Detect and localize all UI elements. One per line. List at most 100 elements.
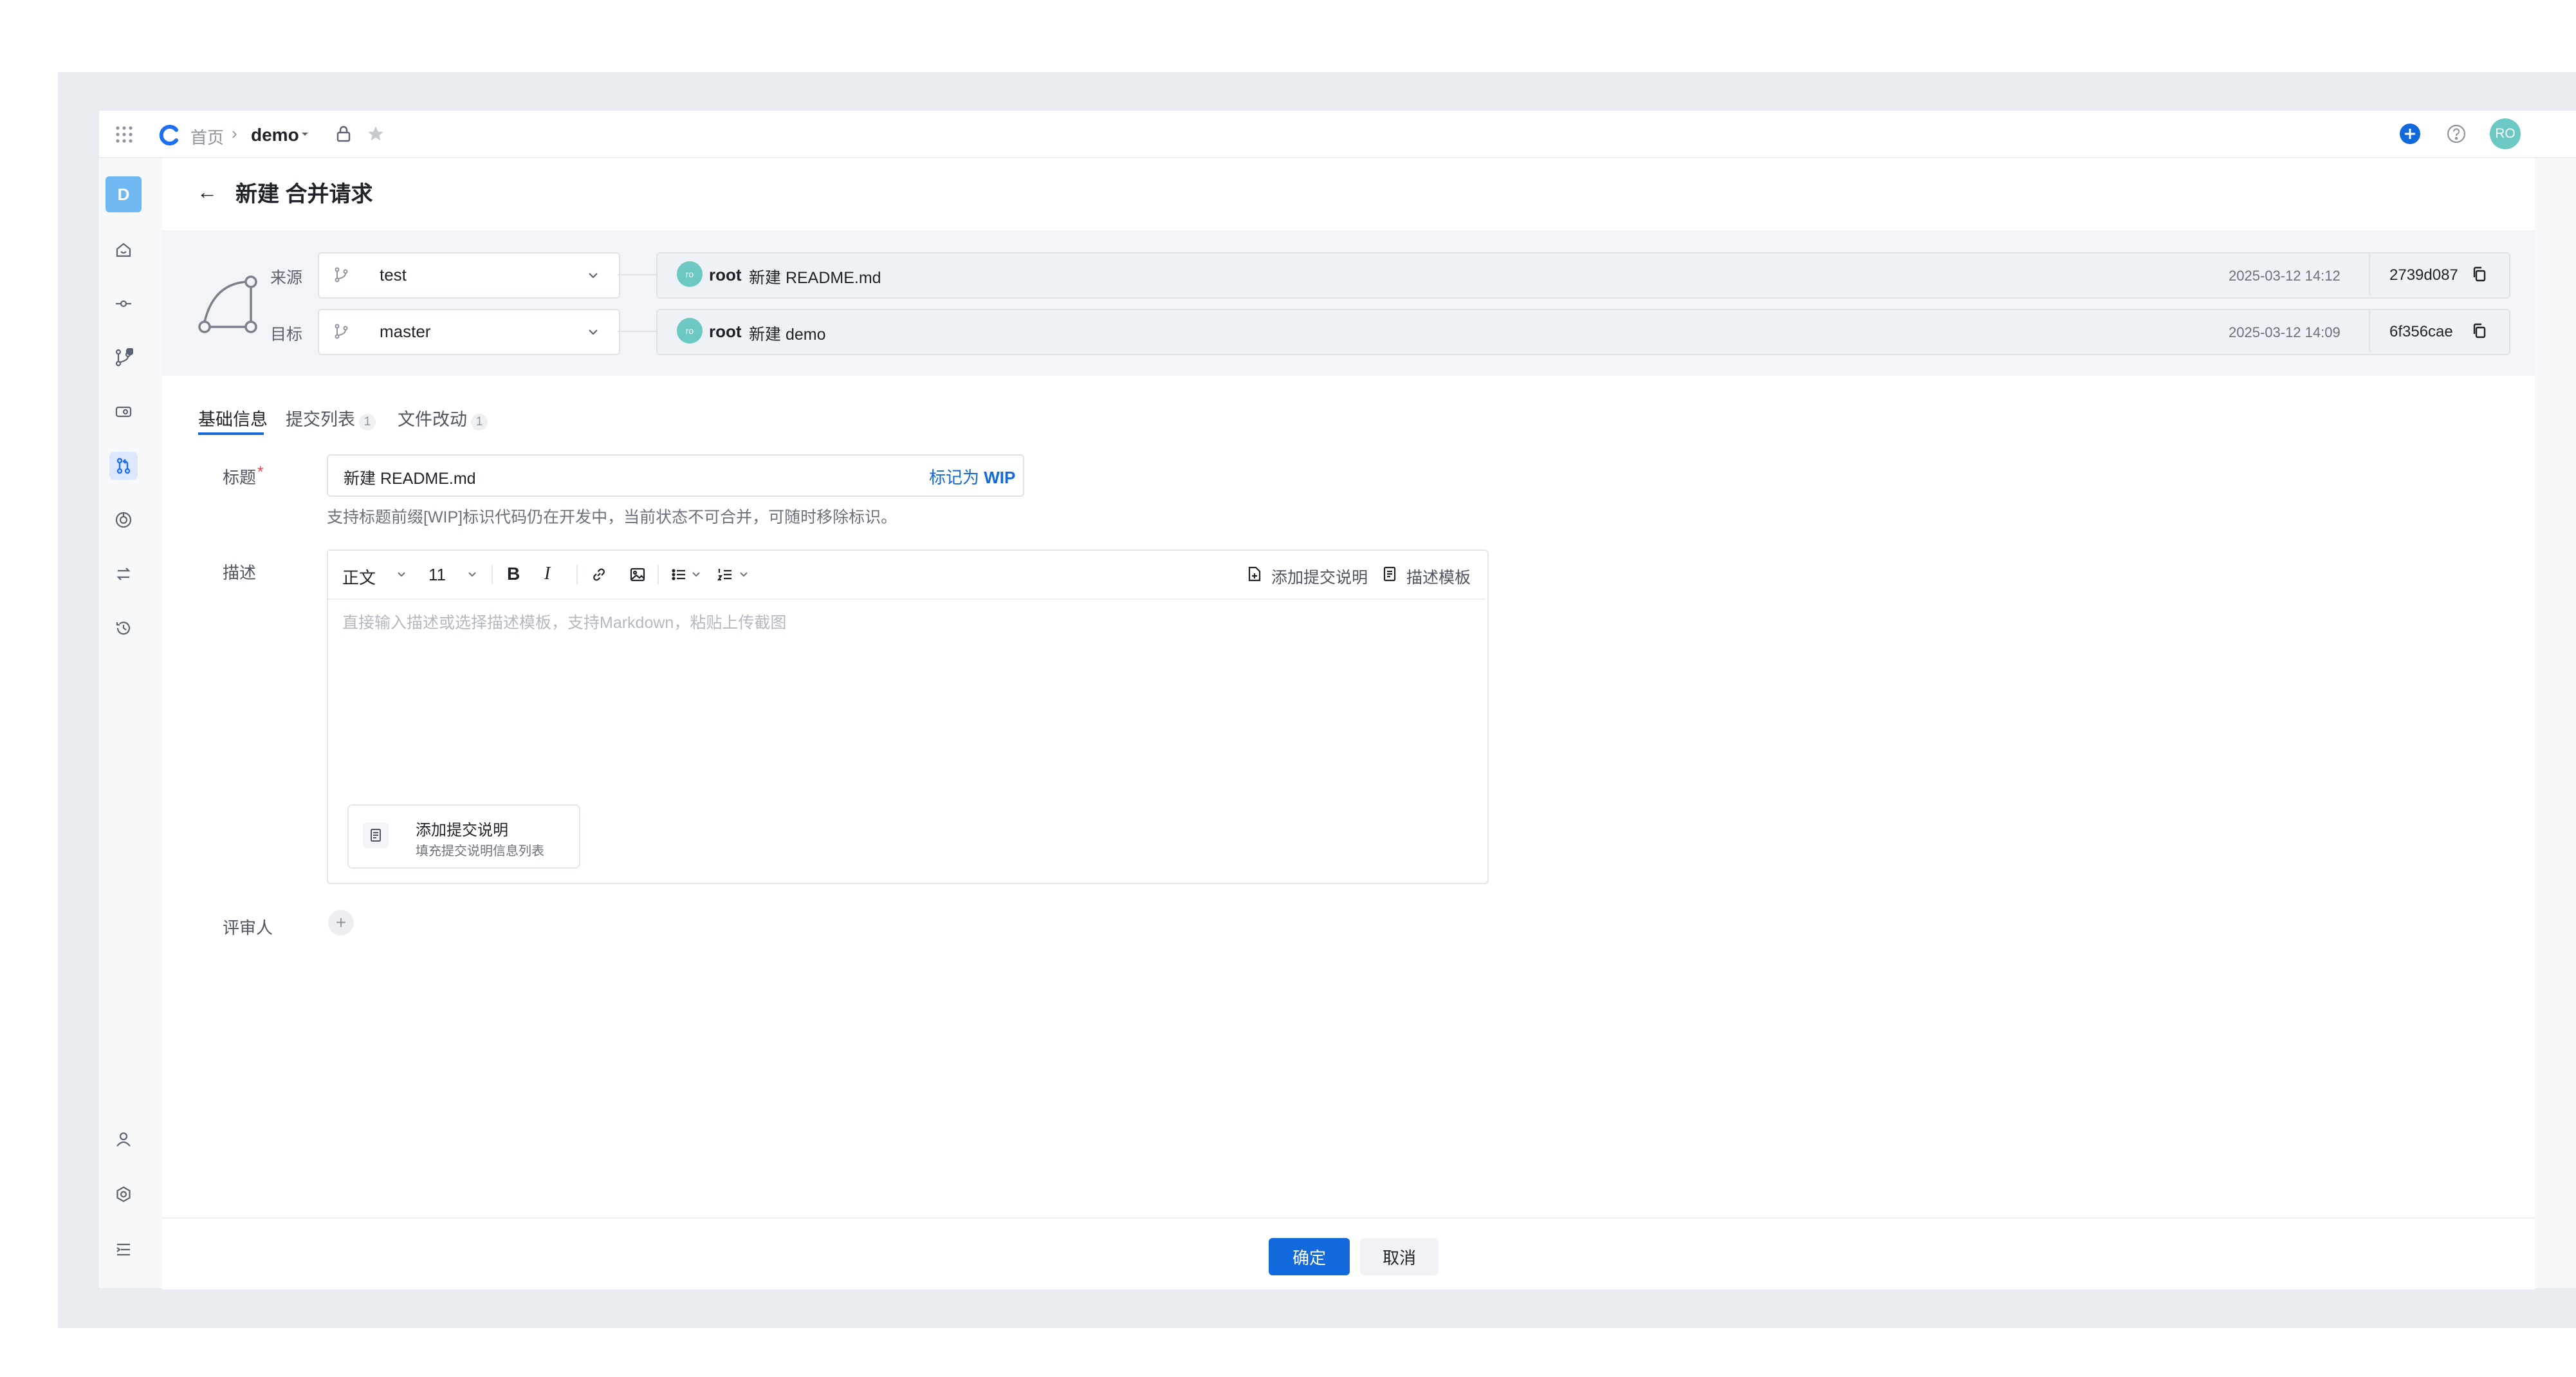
commit-time: 2025-03-12 14:09 bbox=[2229, 324, 2341, 340]
source-commit[interactable]: ro root 新建 README.md 2025-03-12 14:12 27… bbox=[656, 252, 2510, 299]
bold-button[interactable]: B bbox=[507, 564, 520, 584]
project-badge[interactable]: D bbox=[106, 176, 142, 212]
tag-icon[interactable] bbox=[109, 398, 138, 426]
chevron-down-icon bbox=[584, 323, 602, 341]
pipeline-icon[interactable] bbox=[109, 506, 138, 534]
branch-icon bbox=[332, 265, 351, 284]
connector-line bbox=[618, 331, 656, 332]
tab-files-count: 1 bbox=[471, 414, 488, 430]
caret-down-icon[interactable] bbox=[299, 127, 311, 140]
app-grid-icon[interactable] bbox=[115, 125, 134, 144]
source-branch-value: test bbox=[380, 265, 407, 284]
add-reviewer-button[interactable]: + bbox=[328, 910, 354, 936]
image-icon[interactable] bbox=[627, 564, 649, 586]
member-icon[interactable] bbox=[109, 1125, 138, 1153]
title-label: 标题 bbox=[223, 468, 257, 487]
breadcrumb-separator: › bbox=[232, 124, 237, 143]
tab-commits-label: 提交列表 bbox=[286, 410, 355, 429]
cancel-button[interactable]: 取消 bbox=[1360, 1238, 1439, 1275]
paragraph-style-select[interactable]: 正文 bbox=[342, 565, 376, 589]
help-icon[interactable] bbox=[2445, 122, 2468, 145]
top-bar: 首页 › demo RO bbox=[99, 111, 2576, 158]
left-nav: D bbox=[99, 158, 161, 1288]
user-avatar[interactable]: RO bbox=[2490, 118, 2521, 149]
card-subtitle: 填充提交说明信息列表 bbox=[416, 844, 544, 858]
title-input-value: 新建 README.md bbox=[344, 470, 476, 488]
add-commit-desc-card[interactable]: 添加提交说明 填充提交说明信息列表 bbox=[347, 804, 580, 869]
chevron-down-icon[interactable] bbox=[394, 566, 409, 582]
commit-sha[interactable]: 2739d087 bbox=[2389, 266, 2458, 284]
create-plus-icon[interactable] bbox=[2398, 122, 2422, 145]
chevron-down-icon[interactable] bbox=[737, 568, 750, 580]
target-branch-select[interactable]: master bbox=[318, 309, 620, 355]
target-label: 目标 bbox=[270, 326, 303, 344]
commit-icon[interactable] bbox=[109, 290, 138, 318]
description-placeholder: 直接输入描述或选择描述模板，支持Markdown，粘贴上传截图 bbox=[342, 614, 787, 632]
chevron-down-icon bbox=[584, 266, 602, 284]
star-icon[interactable] bbox=[365, 124, 386, 144]
italic-button[interactable]: I bbox=[544, 564, 550, 584]
title-input[interactable]: 新建 README.md 标记为 WIP bbox=[327, 454, 1024, 497]
branch-icon bbox=[332, 322, 351, 341]
chevron-down-icon[interactable] bbox=[465, 566, 480, 582]
tab-commits[interactable]: 提交列表 1 bbox=[286, 405, 376, 430]
commit-author: root bbox=[709, 265, 742, 284]
numbered-list-icon[interactable] bbox=[714, 564, 736, 586]
tab-commits-count: 1 bbox=[359, 414, 376, 430]
page-title: 新建 合并请求 bbox=[235, 182, 373, 207]
page-header bbox=[162, 158, 2535, 230]
source-branch-select[interactable]: test bbox=[318, 252, 620, 299]
mark-wip-link[interactable]: 标记为 WIP bbox=[929, 465, 1015, 488]
tab-active-underline bbox=[198, 432, 264, 435]
target-commit[interactable]: ro root 新建 demo 2025-03-12 14:09 6f356ca… bbox=[656, 309, 2510, 355]
font-size-select[interactable]: 11 bbox=[428, 565, 446, 585]
chevron-down-icon[interactable] bbox=[690, 568, 703, 580]
link-icon[interactable] bbox=[588, 564, 610, 586]
lock-icon bbox=[333, 124, 354, 144]
document-icon bbox=[363, 822, 389, 848]
tab-file-changes[interactable]: 文件改动 1 bbox=[398, 405, 488, 430]
project-switcher[interactable]: demo bbox=[251, 125, 299, 145]
commit-sha[interactable]: 6f356cae bbox=[2389, 323, 2453, 341]
template-icon[interactable] bbox=[1379, 564, 1400, 584]
required-mark: * bbox=[257, 463, 264, 481]
card-title: 添加提交说明 bbox=[416, 822, 508, 839]
copy-icon[interactable] bbox=[2469, 320, 2490, 341]
toolbar-divider bbox=[576, 565, 578, 584]
toolbar-divider bbox=[658, 565, 659, 584]
merge-request-icon[interactable] bbox=[109, 452, 138, 480]
file-plus-icon[interactable] bbox=[1244, 564, 1265, 584]
commit-message[interactable]: 新建 demo bbox=[749, 322, 825, 345]
back-arrow-icon[interactable]: ← bbox=[194, 179, 220, 205]
mark-wip-text: WIP bbox=[984, 468, 1016, 487]
breadcrumb-home[interactable]: 首页 bbox=[190, 125, 224, 149]
author-avatar: ro bbox=[677, 318, 703, 344]
connector-line bbox=[618, 274, 656, 275]
branch-icon[interactable] bbox=[109, 344, 138, 372]
settings-icon[interactable] bbox=[109, 1180, 138, 1208]
reviewer-label: 评审人 bbox=[223, 918, 273, 938]
home-icon[interactable] bbox=[109, 236, 138, 264]
bullet-list-icon[interactable] bbox=[668, 564, 690, 586]
editor-toolbar: 正文 11 B I 添加提交说明 描述模板 bbox=[328, 551, 1485, 600]
history-icon[interactable] bbox=[109, 614, 138, 642]
commit-message[interactable]: 新建 README.md bbox=[749, 265, 881, 288]
author-avatar: ro bbox=[677, 261, 703, 287]
tab-basic-info[interactable]: 基础信息 bbox=[198, 405, 268, 430]
compare-icon[interactable] bbox=[109, 560, 138, 588]
copy-icon[interactable] bbox=[2469, 264, 2490, 284]
target-branch-value: master bbox=[380, 322, 431, 341]
compare-diagram-icon bbox=[196, 269, 262, 336]
divider bbox=[2369, 254, 2370, 295]
commit-author: root bbox=[709, 322, 742, 341]
confirm-button[interactable]: 确定 bbox=[1269, 1238, 1350, 1275]
source-label: 来源 bbox=[270, 269, 303, 287]
description-label: 描述 bbox=[223, 563, 257, 582]
divider bbox=[2369, 310, 2370, 351]
add-commit-desc-button[interactable]: 添加提交说明 bbox=[1271, 565, 1368, 588]
collapse-icon[interactable] bbox=[109, 1235, 138, 1264]
logo-icon[interactable] bbox=[156, 122, 181, 148]
toolbar-divider bbox=[492, 565, 493, 584]
description-template-button[interactable]: 描述模板 bbox=[1406, 565, 1471, 588]
tab-files-label: 文件改动 bbox=[398, 410, 467, 429]
